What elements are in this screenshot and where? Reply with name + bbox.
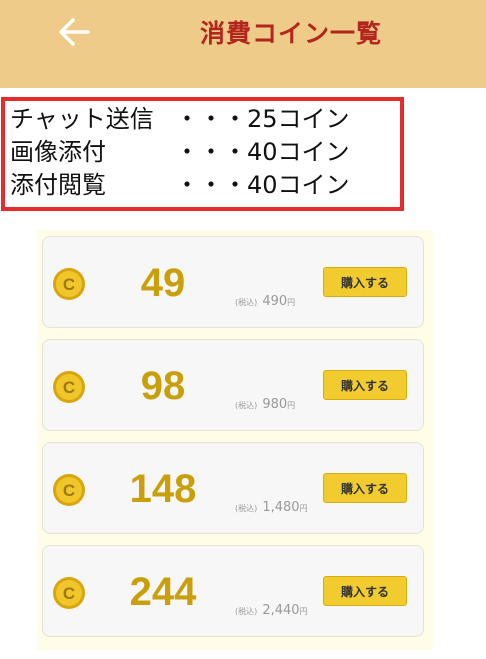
price-value: 2,440: [262, 603, 300, 618]
coin-package-card: C 49 (税込) 490円 購入する: [42, 236, 424, 328]
tax-included-label: (税込): [235, 504, 258, 513]
coin-icon: C: [53, 371, 85, 403]
cost-value: ・・・40コイン: [175, 138, 350, 166]
price-label: (税込) 980円: [235, 393, 295, 412]
price-label: (税込) 1,480円: [235, 496, 308, 515]
coin-package-card: C 98 (税込) 980円 購入する: [42, 339, 424, 431]
tax-included-label: (税込): [235, 607, 258, 616]
price-label: (税込) 2,440円: [235, 599, 308, 618]
page-title: 消費コイン一覧: [199, 19, 382, 48]
yen-unit: 円: [287, 401, 296, 410]
svg-text:C: C: [63, 378, 75, 397]
coin-icon: C: [53, 474, 85, 506]
cost-label: 画像添付: [10, 138, 106, 166]
coin-package-card: C 244 (税込) 2,440円 購入する: [42, 545, 424, 637]
tax-included-label: (税込): [235, 298, 258, 307]
yen-unit: 円: [299, 504, 308, 513]
price-value: 490: [262, 294, 288, 309]
tax-included-label: (税込): [235, 401, 258, 410]
coin-package-card: C 148 (税込) 1,480円 購入する: [42, 442, 424, 534]
coin-amount: 98: [140, 364, 186, 408]
coin-package-list: C 49 (税込) 490円 購入する C 98 (税込) 980円 購入する …: [37, 230, 433, 650]
app-header: 消費コイン一覧: [0, 0, 486, 88]
coin-cost-info-box: チャット送信 ・・・25コイン 画像添付 ・・・40コイン 添付閲覧 ・・・40…: [1, 97, 404, 211]
cost-label: チャット送信: [10, 105, 154, 133]
price-value: 980: [262, 397, 288, 412]
buy-button[interactable]: 購入する: [323, 473, 407, 503]
coin-amount: 148: [129, 467, 197, 511]
cost-value: ・・・40コイン: [175, 171, 350, 199]
buy-button[interactable]: 購入する: [323, 267, 407, 297]
coin-amount: 244: [129, 570, 197, 614]
cost-value: ・・・25コイン: [175, 105, 350, 133]
coin-icon: C: [53, 577, 85, 609]
svg-text:C: C: [63, 275, 75, 294]
yen-unit: 円: [299, 607, 308, 616]
buy-button[interactable]: 購入する: [323, 576, 407, 606]
price-value: 1,480: [262, 500, 300, 515]
buy-button[interactable]: 購入する: [323, 370, 407, 400]
yen-unit: 円: [287, 298, 296, 307]
price-label: (税込) 490円: [235, 290, 295, 309]
coin-icon: C: [53, 268, 85, 300]
cost-label: 添付閲覧: [10, 171, 106, 199]
svg-text:C: C: [63, 584, 75, 603]
coin-amount: 49: [140, 261, 186, 305]
svg-text:C: C: [63, 481, 75, 500]
